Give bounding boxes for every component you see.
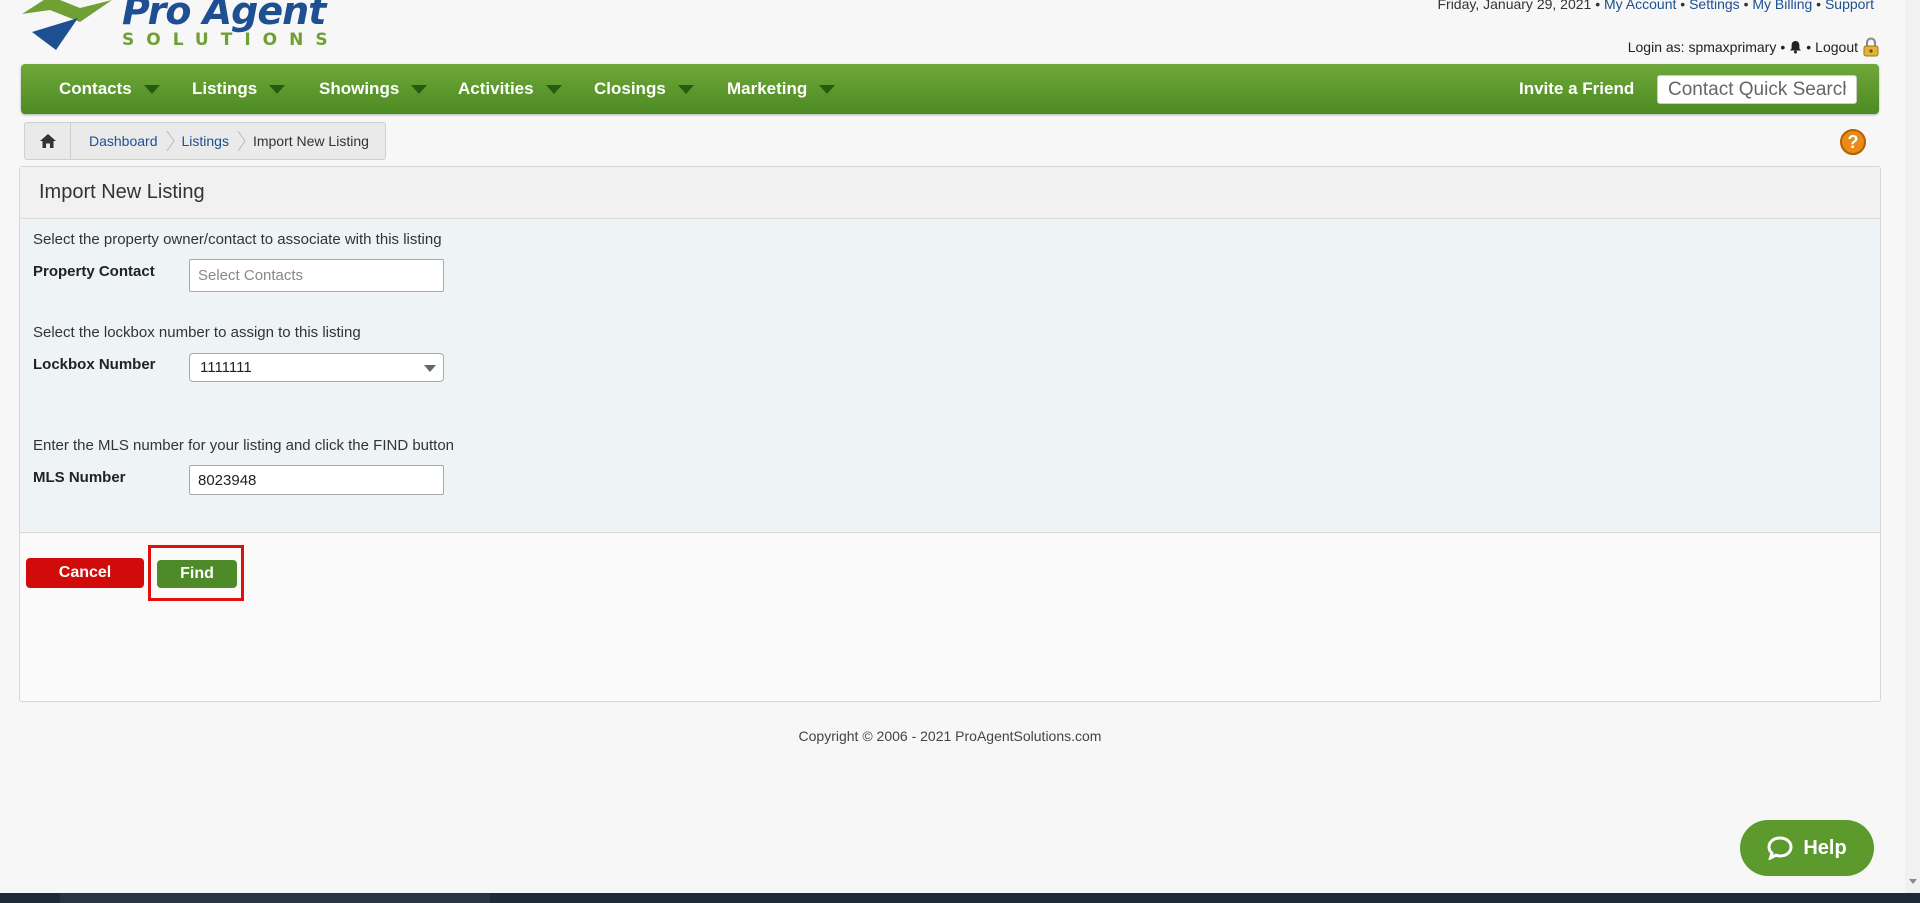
house-logo-icon — [22, 0, 112, 50]
breadcrumb-home[interactable] — [25, 123, 71, 159]
separator: • — [1806, 39, 1812, 55]
separator: • — [1743, 0, 1749, 12]
nav-listings[interactable]: Listings — [192, 64, 286, 114]
breadcrumb-dashboard[interactable]: Dashboard — [71, 123, 166, 159]
import-form: Select the property owner/contact to ass… — [20, 219, 1880, 533]
copyright-text: Copyright © 2006 - 2021 ProAgentSolution… — [798, 728, 1102, 744]
page-scrollbar[interactable] — [1905, 0, 1920, 893]
breadcrumb-separator-icon — [237, 130, 246, 152]
chat-bubble-icon — [1767, 836, 1793, 860]
contact-instructions: Select the property owner/contact to ass… — [33, 231, 442, 248]
caret-down-icon — [143, 84, 160, 94]
nav-label: Activities — [458, 79, 534, 98]
separator: • — [1680, 0, 1686, 12]
property-contact-label: Property Contact — [33, 263, 155, 280]
caret-down-icon — [545, 84, 562, 94]
lock-icon[interactable] — [1862, 37, 1880, 57]
nav-label: Showings — [319, 79, 400, 98]
logout-link[interactable]: Logout — [1815, 39, 1858, 55]
nav-contacts[interactable]: Contacts — [59, 64, 160, 114]
nav-label: Contacts — [59, 79, 132, 98]
breadcrumb-link[interactable]: Dashboard — [89, 133, 158, 149]
breadcrumb-listings[interactable]: Listings — [176, 123, 237, 159]
caret-down-icon — [677, 84, 694, 94]
bell-icon[interactable] — [1789, 40, 1802, 54]
breadcrumb-current-label: Import New Listing — [252, 133, 369, 149]
nav-label: Marketing — [727, 79, 808, 98]
separator: • — [1816, 0, 1822, 12]
mls-instructions: Enter the MLS number for your listing an… — [33, 437, 455, 454]
import-listing-panel: Import New Listing Select the property o… — [19, 166, 1881, 702]
separator: • — [1780, 39, 1786, 55]
panel-title: Import New Listing — [20, 167, 1880, 219]
logo-text-pro-agent: Pro Agent — [122, 0, 326, 33]
mls-number-input[interactable] — [189, 465, 444, 495]
help-label: Help — [1803, 836, 1847, 859]
nav-showings[interactable]: Showings — [319, 64, 428, 114]
nav-label: Listings — [192, 79, 258, 98]
breadcrumb-link[interactable]: Listings — [182, 133, 229, 149]
home-icon — [39, 134, 56, 148]
chevron-down-icon — [424, 365, 436, 372]
lockbox-number-label: Lockbox Number — [33, 356, 156, 373]
separator: • — [1595, 0, 1601, 12]
property-contact-input[interactable] — [189, 259, 444, 292]
nav-label: Closings — [594, 79, 666, 98]
scroll-down-arrow-icon[interactable] — [1909, 879, 1917, 884]
cancel-button[interactable]: Cancel — [26, 558, 144, 588]
settings-link[interactable]: Settings — [1689, 0, 1740, 12]
support-link[interactable]: Support — [1825, 0, 1874, 12]
breadcrumb: Dashboard Listings Import New Listing — [24, 122, 386, 160]
logo-text-solutions: SOLUTIONS — [122, 30, 340, 50]
help-chat-button[interactable]: Help — [1740, 820, 1874, 876]
breadcrumb-separator-icon — [166, 130, 175, 152]
caret-down-icon — [819, 84, 836, 94]
nav-activities[interactable]: Activities — [458, 64, 562, 114]
breadcrumb-current: Import New Listing — [247, 123, 385, 159]
nav-closings[interactable]: Closings — [594, 64, 694, 114]
caret-down-icon — [411, 84, 428, 94]
invite-a-friend-link[interactable]: Invite a Friend — [1519, 64, 1634, 114]
os-taskbar — [0, 893, 1920, 903]
taskbar-segment — [60, 893, 490, 903]
find-button[interactable]: Find — [157, 560, 237, 588]
main-nav-bar: Contacts Listings Showings Activities Cl… — [21, 64, 1879, 114]
caret-down-icon — [269, 84, 286, 94]
login-info: Login as: spmaxprimary • • Logout — [1628, 37, 1880, 57]
my-billing-link[interactable]: My Billing — [1752, 0, 1812, 12]
login-as-text: Login as: spmaxprimary — [1627, 39, 1777, 55]
top-links: Friday, January 29, 2021 • My Account • … — [1437, 0, 1874, 12]
contact-quick-search-input[interactable] — [1657, 75, 1857, 104]
lockbox-selected-value: 1111111 — [200, 359, 252, 376]
current-date: Friday, January 29, 2021 — [1437, 0, 1592, 12]
help-question-icon[interactable]: ? — [1840, 129, 1866, 155]
lockbox-number-select[interactable]: 1111111 — [189, 353, 444, 382]
nav-marketing[interactable]: Marketing — [727, 64, 836, 114]
lockbox-instructions: Select the lockbox number to assign to t… — [33, 324, 361, 341]
pro-agent-solutions-logo[interactable]: Pro Agent SOLUTIONS — [20, 0, 340, 56]
my-account-link[interactable]: My Account — [1604, 0, 1676, 12]
mls-number-label: MLS Number — [33, 469, 126, 486]
